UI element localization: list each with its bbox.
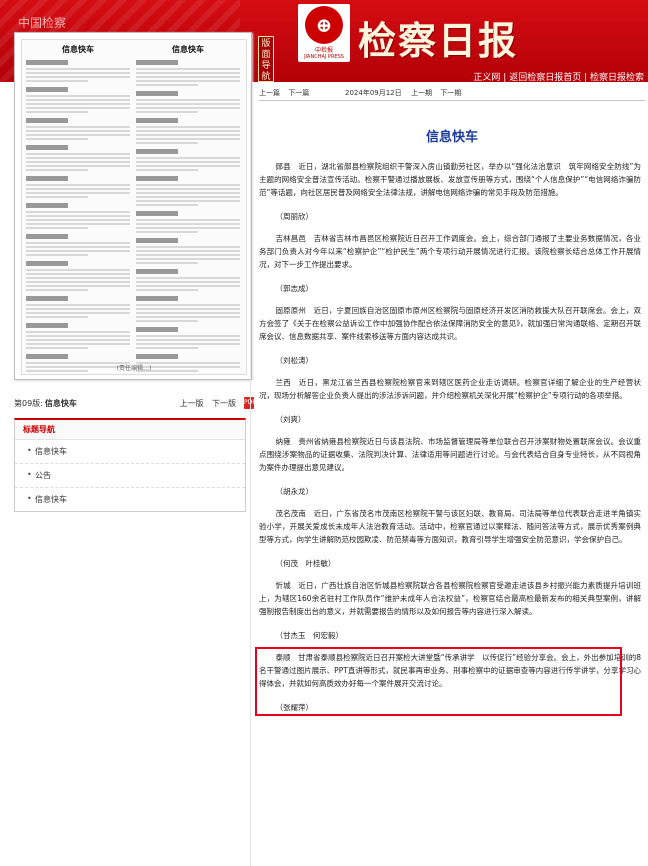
prev-issue-link[interactable]: 上一期 (411, 89, 432, 97)
title-nav: 标题导航 信息快车 公告 信息快车 (14, 418, 246, 512)
prev-article-link[interactable]: 上一篇 (259, 89, 280, 97)
next-article-link[interactable]: 下一篇 (288, 89, 309, 97)
thumb-footer: (责任编辑…) (116, 365, 152, 372)
layout-nav-badge[interactable]: 版面导航 (258, 36, 274, 82)
article-body: 郧县 近日，湖北省郧县检察院组织干警深入房山镇勤劳社区，举办以“强化法治意识 筑… (259, 160, 641, 723)
article-author: （郭志成） (275, 284, 314, 293)
article-title: 信息快车 (425, 130, 478, 145)
article-paragraph: 郧县 近日，湖北省郧县检察院组织干警深入房山镇勤劳社区，举办以“强化法治意识 筑… (259, 162, 641, 197)
link-zhengyi[interactable]: 正义网 (473, 73, 500, 82)
logo-english: JIANCHAJ PRESS (304, 54, 344, 60)
highlight-box (255, 647, 622, 716)
article-nav-divider (259, 100, 645, 101)
article-author: （刘松涛） (275, 356, 314, 365)
article-paragraph: 兰西 近日，黑龙江省兰西县检察院检察官来到辖区医药企业走访调研。检察官详细了解企… (259, 378, 641, 400)
article-author: （周丽欣） (275, 212, 314, 221)
logo-icon: ⊕ (305, 6, 343, 44)
banner-site-name: 中国检察 (18, 16, 67, 30)
thumb-column-right: 信息快车 (136, 44, 240, 372)
issue-date: 2024年09月12日 (345, 89, 402, 97)
article-author: （甘杰玉 何宏毅） (275, 631, 344, 640)
column-divider (250, 82, 251, 866)
thumb-column-left: 信息快车 (26, 44, 130, 372)
version-label: 第09版: (14, 398, 43, 408)
logo-caption: 中检报 (314, 47, 333, 54)
article-paragraph: 纳雍 贵州省纳雍县检察院近日与该县法院、市场监督管理局等单位联合召开涉案财物处置… (259, 437, 641, 472)
next-page-link[interactable]: 下一版 (212, 399, 236, 408)
title-nav-item-3[interactable]: 信息快车 (15, 488, 245, 511)
page-thumbnail-inner: 信息快车 信息快车 (责任编辑…) (21, 39, 247, 375)
issue-nav: 上一期 下一期 (411, 88, 461, 98)
article-paragraph: 吉林昌邑 吉林省吉林市昌邑区检察院近日召开工作调度会。会上，综合部门通报了主要业… (259, 234, 641, 269)
newspaper-masthead: 检察日报 (358, 18, 519, 63)
article-author: （刘爽） (275, 415, 306, 424)
thumb-title-right: 信息快车 (172, 45, 204, 54)
page-thumbnail[interactable]: 信息快车 信息快车 (责任编辑…) (14, 32, 252, 380)
article-author: （何茂 叶桂敏） (275, 559, 336, 568)
version-name: 信息快车 (44, 398, 77, 408)
link-search[interactable]: 检察日报检索 (590, 73, 644, 82)
version-nav: 上一版 下一版 (173, 398, 236, 409)
title-nav-item-1[interactable]: 信息快车 (15, 440, 245, 464)
link-home[interactable]: 返回检察日报首页 (509, 73, 581, 82)
article-paragraph: 茂名茂南 近日，广东省茂名市茂南区检察院干警与该区妇联、教育局、司法局等单位代表… (259, 509, 641, 544)
title-nav-heading: 标题导航 (15, 420, 245, 440)
prev-page-link[interactable]: 上一版 (179, 399, 203, 408)
top-links: 正义网 | 返回检察日报首页 | 检察日报检索 (473, 73, 644, 82)
title-nav-item-2[interactable]: 公告 (15, 464, 245, 488)
article-nav: 上一篇 下一篇 2024年09月12日 上一期 下一期 (259, 88, 639, 98)
article-paragraph: 忻城 近日，广西壮族自治区忻城县检察院联合各县检察院检察官受邀走进该县乡村振兴能… (259, 581, 641, 616)
thumb-title-left: 信息快车 (62, 45, 94, 54)
next-issue-link[interactable]: 下一期 (440, 89, 461, 97)
article-author: （胡永龙） (275, 487, 314, 496)
article-paragraph: 固原原州 近日，宁夏回族自治区固原市原州区检察院与固原经济开发区消防救援大队召开… (259, 306, 641, 341)
version-bar: 第09版: 信息快车 上一版 下一版 PDF (14, 396, 256, 410)
newspaper-logo: ⊕ 中检报 JIANCHAJ PRESS (298, 4, 350, 62)
pdf-icon[interactable]: PDF (244, 397, 256, 409)
left-column: 信息快车 信息快车 (责任编辑…) 第09版: 信息快车 上一版 下一版 标题导… (14, 32, 256, 512)
